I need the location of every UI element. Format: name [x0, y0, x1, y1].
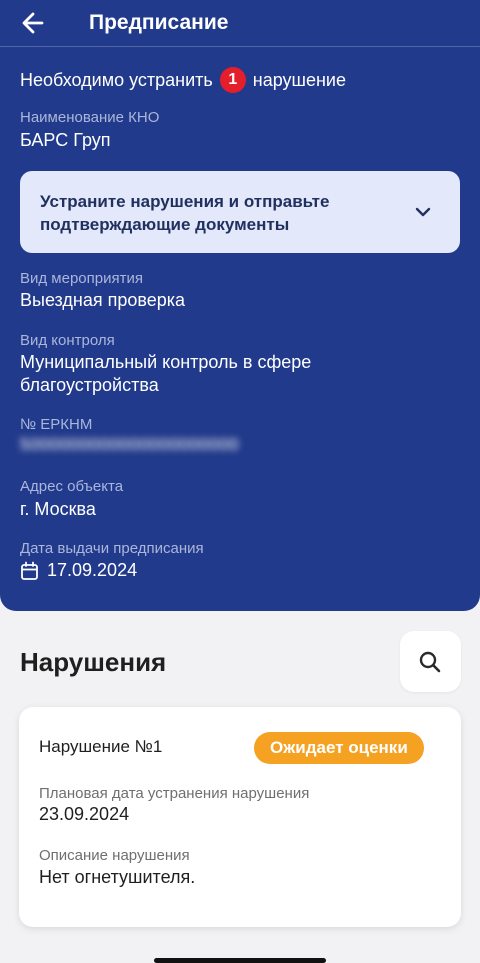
- description-value: Нет огнетушителя.: [39, 867, 196, 887]
- issue-date-row: 17.09.2024: [20, 560, 137, 581]
- banner-text: Устраните нарушения и отправьте подтверж…: [40, 192, 330, 234]
- violation-title: Нарушение №1: [39, 737, 163, 756]
- erknm-value-blurred: 5000000000000000000000: [20, 435, 240, 454]
- search-button[interactable]: [400, 631, 461, 692]
- prescription-header-panel: Предписание Необходимо устранить 1 наруш…: [0, 0, 480, 611]
- event-type-label: Вид мероприятия: [20, 270, 143, 287]
- summary-suffix: нарушение: [252, 69, 346, 90]
- header-divider: [0, 46, 480, 47]
- erknm-label: № ЕРКНМ: [20, 416, 93, 433]
- due-date-value: 23.09.2024: [39, 804, 130, 824]
- kno-value: БАРС Груп: [20, 130, 111, 150]
- status-badge: Ожидает оценки: [254, 732, 424, 764]
- kno-label: Наименование КНО: [20, 109, 160, 126]
- control-type-label: Вид контроля: [20, 332, 115, 349]
- app-bar: Предписание: [0, 0, 480, 46]
- violations-summary: Необходимо устранить 1 нарушение: [20, 67, 346, 93]
- violations-section-title: Нарушения: [20, 647, 167, 677]
- due-date-label: Плановая дата устранения нарушения: [39, 785, 310, 802]
- address-label: Адрес объекта: [20, 478, 124, 495]
- address-value: г. Москва: [20, 499, 96, 519]
- event-type-value: Выездная проверка: [20, 290, 186, 310]
- fix-violations-banner[interactable]: Устраните нарушения и отправьте подтверж…: [20, 171, 460, 253]
- home-indicator: [154, 958, 326, 963]
- back-button[interactable]: [18, 8, 50, 38]
- control-type-value: Муниципальный контроль в сфере благоустр…: [20, 352, 312, 395]
- summary-prefix: Необходимо устранить: [20, 69, 213, 90]
- issue-date-label: Дата выдачи предписания: [20, 540, 204, 557]
- issue-date-value: 17.09.2024: [47, 560, 138, 580]
- violations-count-badge: 1: [219, 67, 246, 93]
- search-icon: [419, 651, 441, 673]
- arrow-left-icon: [22, 12, 44, 34]
- description-label: Описание нарушения: [39, 847, 190, 864]
- chevron-down-icon: [415, 207, 431, 217]
- violation-card[interactable]: Нарушение №1 Ожидает оценки Плановая дат…: [19, 707, 461, 927]
- page-title: Предписание: [89, 11, 229, 34]
- calendar-icon: [21, 561, 38, 580]
